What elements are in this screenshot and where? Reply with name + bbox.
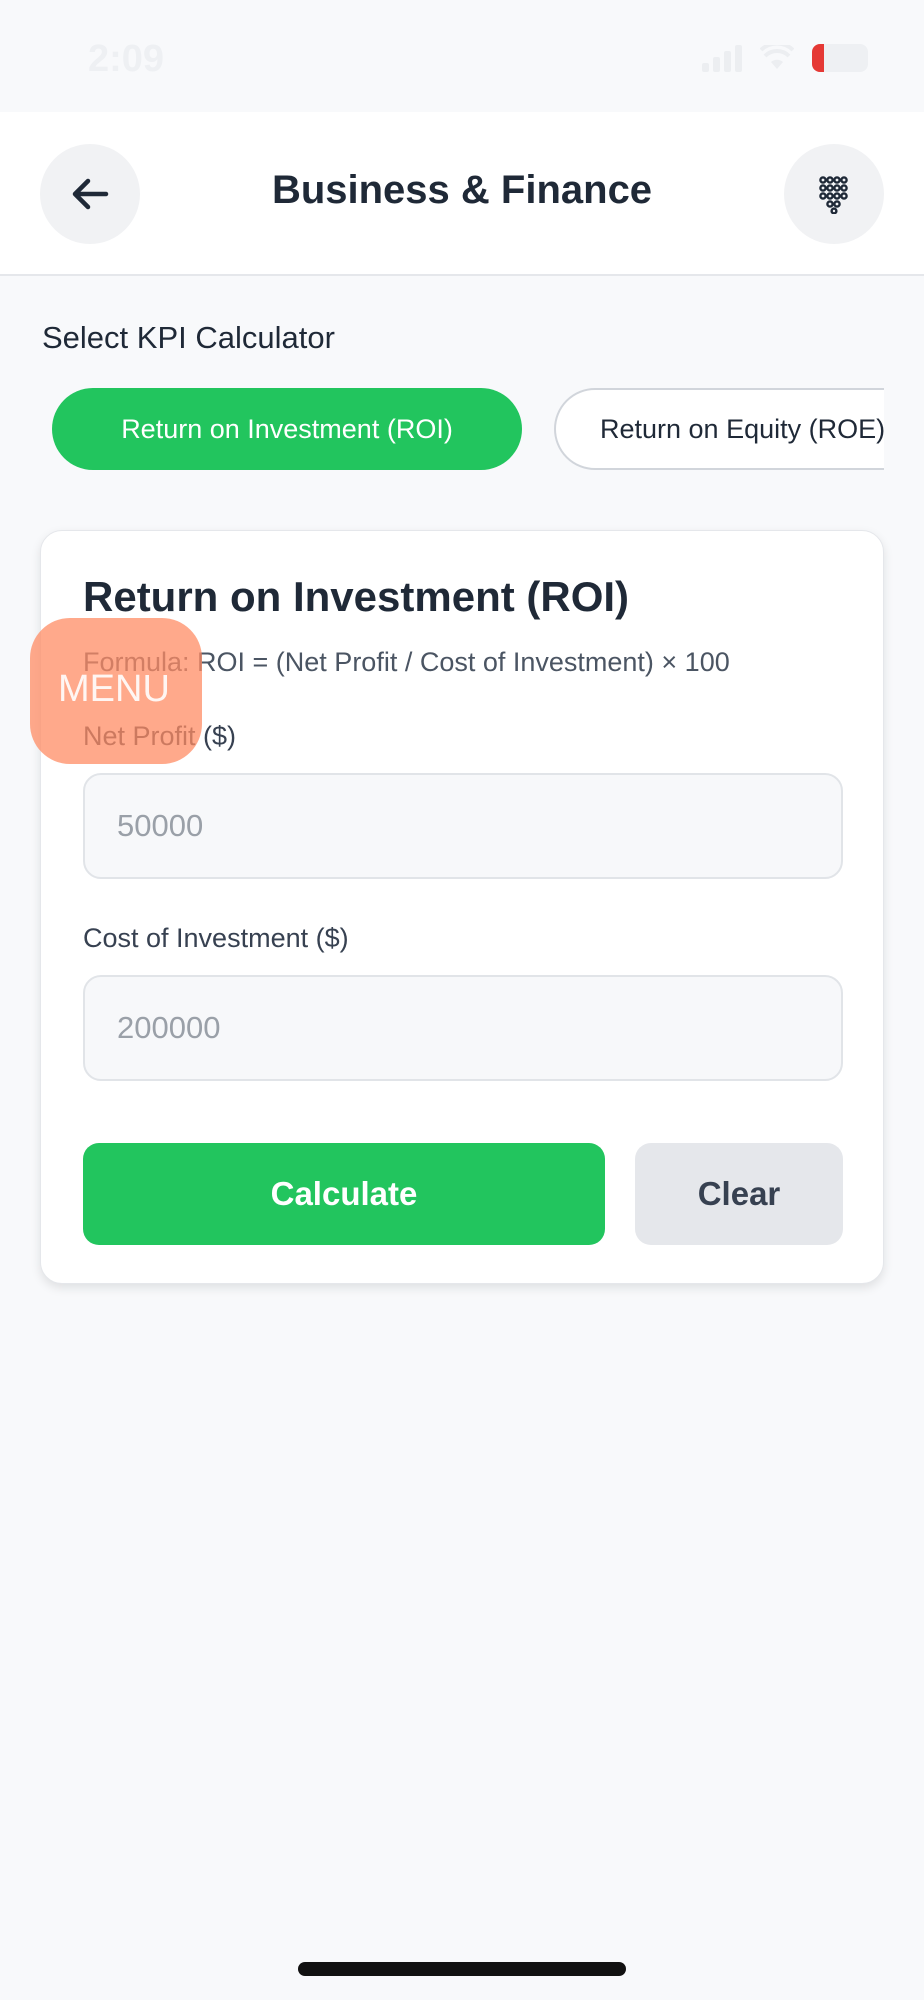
kpi-chip-row[interactable]: Return on Investment (ROI) Return on Equ… <box>0 388 884 472</box>
net-profit-input[interactable] <box>83 773 843 879</box>
status-icons <box>702 44 868 72</box>
wifi-icon <box>760 45 794 69</box>
battery-icon <box>812 44 868 72</box>
clear-button[interactable]: Clear <box>635 1143 843 1245</box>
floating-menu-label: MENU <box>58 668 170 710</box>
status-bar: 2:09 <box>0 0 924 112</box>
kpi-selector-label: Select KPI Calculator <box>42 320 335 355</box>
chip-roe[interactable]: Return on Equity (ROE) <box>554 388 884 470</box>
cost-of-investment-input[interactable] <box>83 975 843 1081</box>
calculator-keypad-button[interactable] <box>784 144 884 244</box>
home-indicator <box>298 1962 626 1976</box>
calculator-title: Return on Investment (ROI) <box>83 573 630 620</box>
calculate-button[interactable]: Calculate <box>83 1143 605 1245</box>
keypad-icon <box>819 176 848 214</box>
status-time: 2:09 <box>88 38 165 80</box>
cost-of-investment-label: Cost of Investment ($) <box>83 923 349 953</box>
chip-roi[interactable]: Return on Investment (ROI) <box>52 388 522 470</box>
app-header: Business & Finance <box>0 112 924 276</box>
cellular-signal-icon <box>702 44 742 72</box>
